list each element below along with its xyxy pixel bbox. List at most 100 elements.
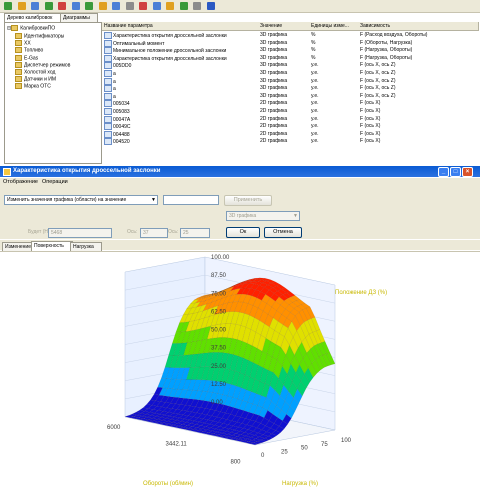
- arrow-left-icon[interactable]: [31, 2, 39, 10]
- help-icon[interactable]: [206, 2, 215, 10]
- axis-y-field[interactable]: 25: [180, 228, 210, 238]
- table-cell: у.е.: [311, 116, 357, 123]
- maximize-button[interactable]: □: [450, 167, 461, 177]
- dialog-title: Характеристика открытия дроссельной засл…: [13, 168, 161, 174]
- table-cell-text: 3D графика: [260, 62, 288, 69]
- parameters-table: Название параметра Значение Единицы изме…: [102, 22, 480, 162]
- y-tick-label: 0: [261, 453, 265, 459]
- table-cell-text: F (ось X): [360, 115, 381, 122]
- table-cell-text: %: [311, 47, 316, 54]
- axis-x-field[interactable]: 37: [140, 228, 168, 238]
- parameter-icon: [104, 92, 112, 100]
- z-tick-label: 87.50: [211, 273, 227, 279]
- zoom-icon[interactable]: [166, 2, 174, 10]
- parameter-icon: [104, 77, 112, 85]
- paste-icon[interactable]: [112, 2, 120, 10]
- folder-icon: [15, 47, 22, 54]
- x-tick-label: 6000: [107, 425, 121, 431]
- table-cell: 3D графика: [260, 85, 306, 92]
- table-cell: %: [311, 32, 357, 39]
- menu-operations[interactable]: Операции: [42, 178, 68, 187]
- link-icon[interactable]: [193, 2, 201, 10]
- z-axis-title: Положение ДЗ (%): [335, 290, 387, 296]
- table-cell-text: 2D графика: [260, 100, 288, 107]
- table-cell-text: 3D графика: [260, 39, 288, 46]
- tab-diagrams[interactable]: Диаграммы: [60, 13, 98, 22]
- mode-select[interactable]: Изменить значения графика (области) на з…: [4, 195, 158, 205]
- z-tick-label: 37.50: [211, 346, 227, 352]
- table-cell-text: F (Расход воздуха, Обороты): [360, 32, 428, 38]
- table-cell-text: 2D графика: [260, 108, 288, 114]
- value-input[interactable]: [163, 195, 219, 205]
- table-cell-text: 004488: [113, 131, 130, 138]
- graph-type-select[interactable]: 3D графика ▼: [226, 211, 300, 221]
- folder-open-icon[interactable]: [4, 2, 12, 10]
- table-cell-text: %: [311, 32, 316, 38]
- tab-changes[interactable]: Изменение: [2, 242, 34, 251]
- y-tick-label: 100: [341, 438, 352, 444]
- column-header-units[interactable]: Единицы изме...: [309, 22, 360, 31]
- folder-icon: [15, 61, 22, 68]
- tree-root[interactable]: ⊟ КалибровкиПО: [7, 25, 55, 32]
- table-cell: 2D графика: [260, 108, 306, 115]
- parameter-icon: [104, 47, 112, 55]
- tab-load[interactable]: Нагрузка: [70, 242, 102, 251]
- mode-select-value: Изменить значения графика (области) на з…: [7, 197, 127, 203]
- refresh-icon[interactable]: [85, 2, 93, 10]
- table-cell: 3D графика: [260, 32, 306, 39]
- download-icon[interactable]: [71, 2, 80, 10]
- tree-item[interactable]: Марка ОТС: [15, 83, 51, 90]
- menu-display[interactable]: Отображение: [3, 178, 38, 187]
- table-cell: 2D графика: [260, 116, 306, 123]
- table-cell-text: 005DD0: [113, 63, 132, 70]
- table-cell: 3D графика: [260, 78, 306, 85]
- copy-icon[interactable]: [98, 2, 107, 10]
- table-cell-text: 3D графика: [260, 85, 288, 92]
- table-cell-text: 00047A: [113, 116, 131, 123]
- table-cell-text: F (ось X): [360, 138, 381, 145]
- parameter-icon: [104, 32, 112, 39]
- table-icon[interactable]: [125, 2, 134, 10]
- folder-icon: [15, 76, 22, 83]
- print-icon[interactable]: [152, 2, 161, 10]
- arrow-right-icon[interactable]: [44, 2, 53, 10]
- table-cell-text: у.е.: [311, 70, 319, 76]
- table-cell[interactable]: 004520: [104, 138, 254, 146]
- table-cell: 2D графика: [260, 100, 306, 107]
- table-cell-text: у.е.: [311, 77, 319, 84]
- minimize-button[interactable]: _: [438, 167, 449, 177]
- table-cell-text: 3D графика: [260, 32, 288, 38]
- settings-icon[interactable]: [179, 2, 188, 10]
- result-field[interactable]: 5468: [48, 228, 112, 238]
- upload-icon[interactable]: [58, 2, 66, 10]
- cancel-button[interactable]: Отмена: [264, 227, 302, 238]
- close-button[interactable]: ×: [462, 167, 473, 177]
- table-cell: 3D графика: [260, 70, 306, 77]
- table-cell-text: F (ось X, ось Z): [360, 62, 396, 69]
- y-axis-title: Нагрузка (%): [282, 481, 318, 487]
- dialog-title-bar: Характеристика открытия дроссельной засл…: [0, 166, 480, 177]
- column-header-dependency[interactable]: Зависимость: [358, 22, 479, 31]
- apply-button[interactable]: Применить: [224, 195, 272, 206]
- table-cell: у.е.: [311, 62, 357, 69]
- x-tick-label: 800: [231, 460, 242, 466]
- table-cell: F (Нагрузка, Обороты): [360, 55, 476, 62]
- surface-chart[interactable]: 100.00 87.50 75.00 62.50 50.00 37.50 25.00 12.5…: [0, 252, 480, 494]
- column-header-value[interactable]: Значение: [258, 22, 311, 31]
- table-cell-text: F (Нагрузка, Обороты): [360, 54, 413, 61]
- tab-surface[interactable]: Поверхность: [31, 241, 73, 251]
- table-cell-text: 3D графика: [260, 77, 288, 84]
- table-cell-text: у.е.: [311, 100, 319, 107]
- table-cell: 3D графика: [260, 62, 306, 69]
- chart-icon[interactable]: [139, 2, 147, 10]
- save-icon[interactable]: [17, 2, 26, 10]
- table-cell-text: 2D графика: [260, 123, 288, 130]
- ok-button[interactable]: Ок: [226, 227, 260, 238]
- column-header-name[interactable]: Название параметра: [102, 22, 259, 31]
- parameter-icon: [104, 123, 112, 131]
- table-cell-text: у.е.: [311, 130, 319, 137]
- table-cell: 2D графика: [260, 123, 306, 130]
- parameter-icon: [104, 100, 112, 108]
- parameter-icon: [104, 130, 112, 138]
- y-tick-label: 25: [281, 449, 288, 455]
